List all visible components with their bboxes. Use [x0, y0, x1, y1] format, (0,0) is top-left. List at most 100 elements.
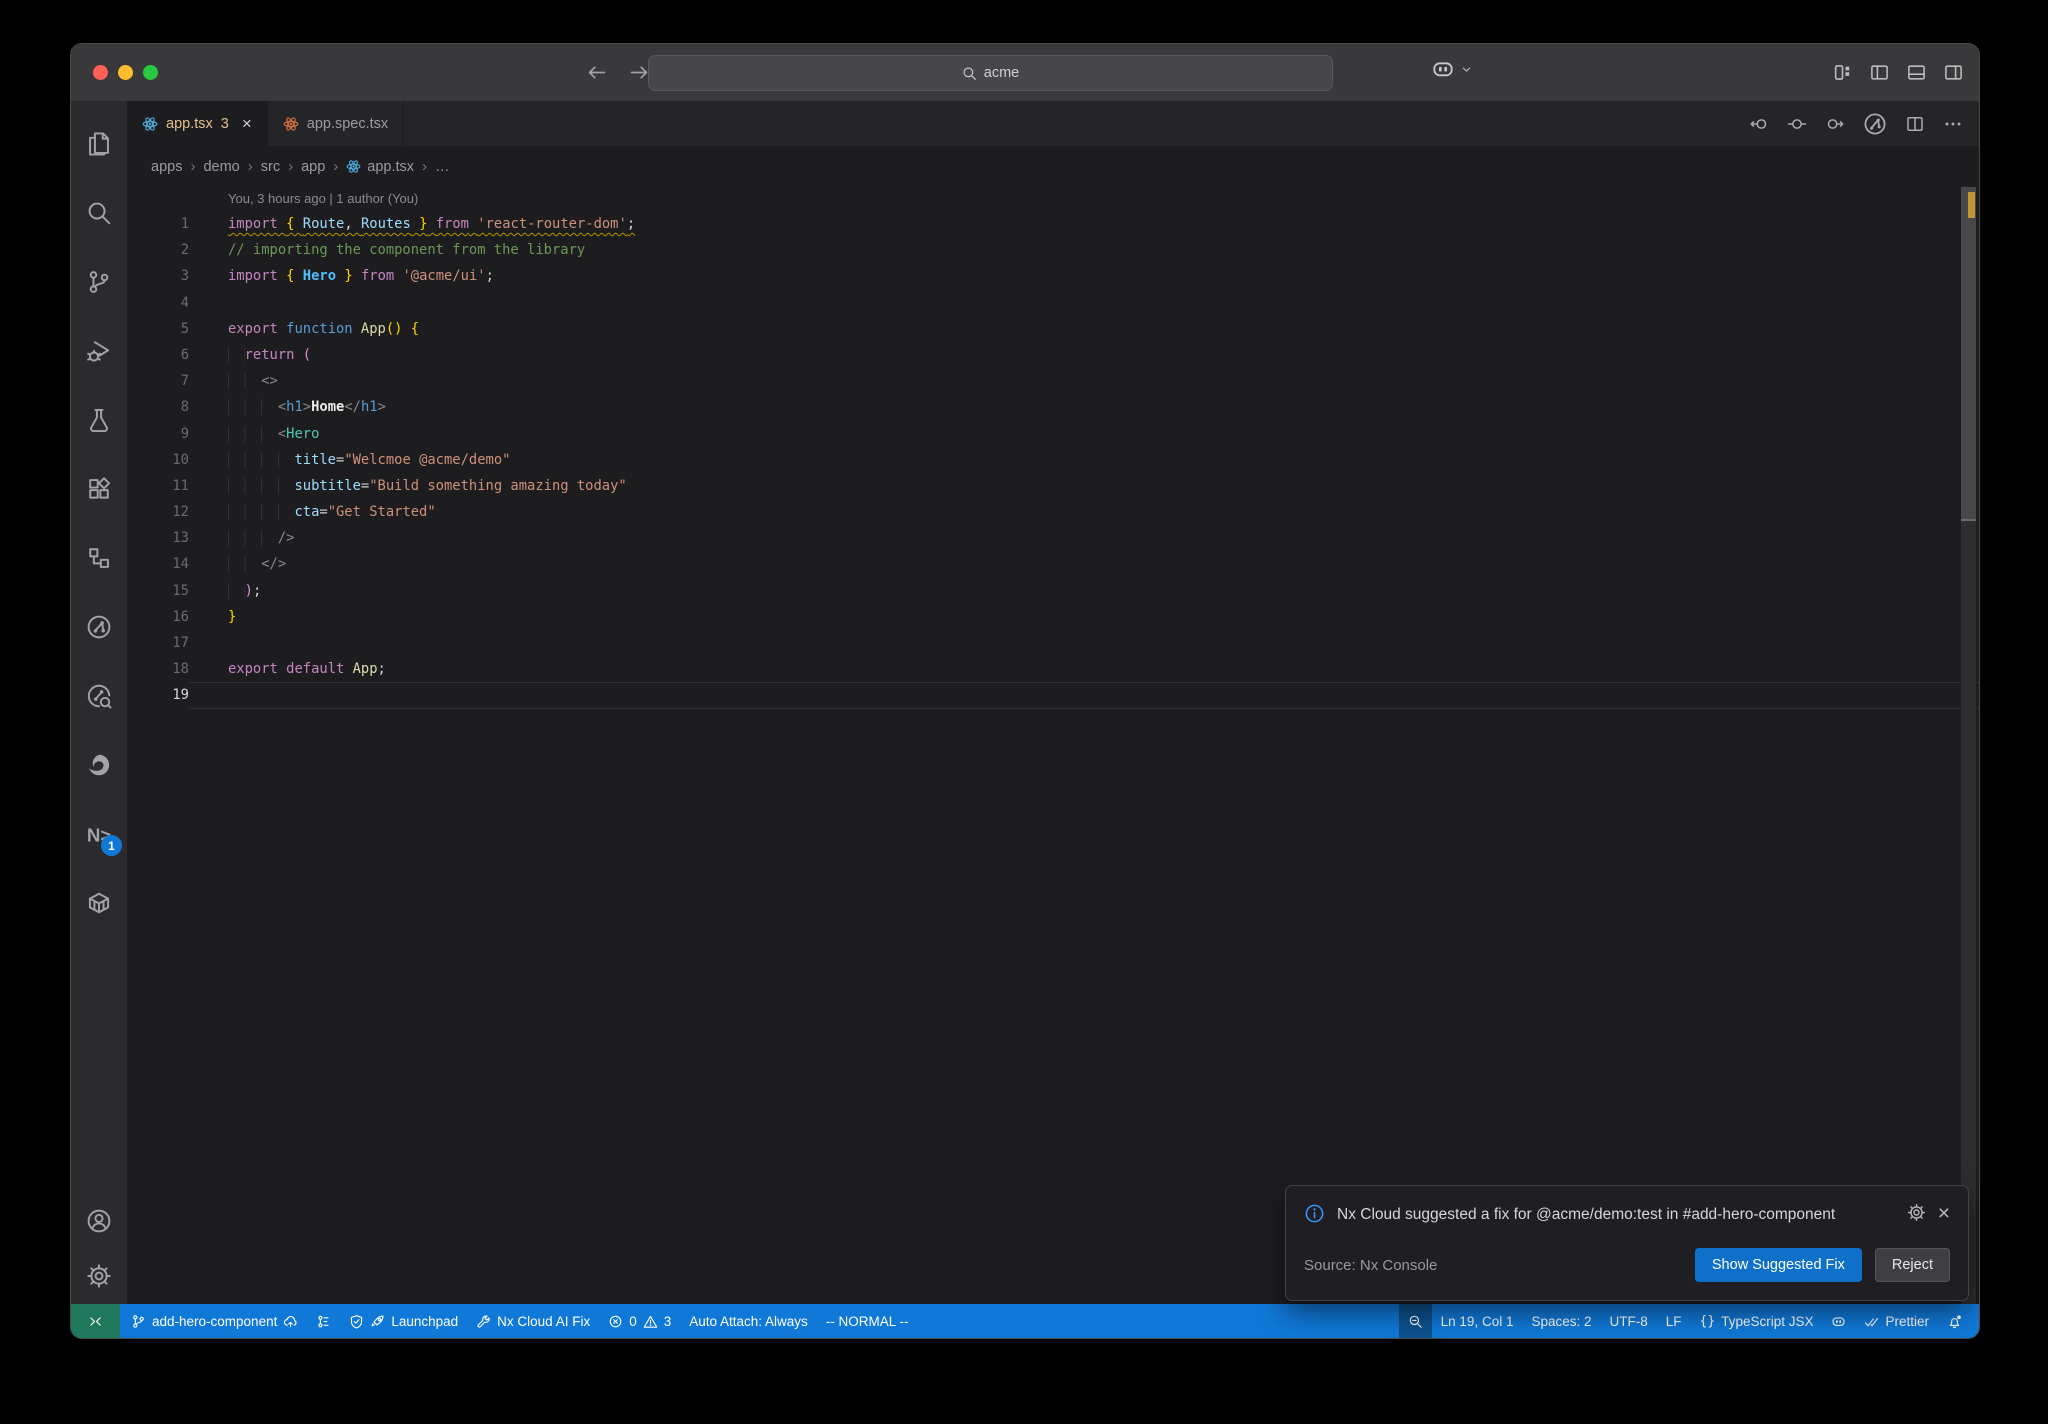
- tab-bar: app.tsx 3 × app.spec.tsx: [127, 101, 1979, 146]
- code-editor[interactable]: You, 3 hours ago | 1 author (You) 1 impor…: [127, 187, 1979, 1304]
- breadcrumb-item[interactable]: app: [301, 159, 325, 175]
- scrollbar-thumb[interactable]: [1961, 187, 1976, 521]
- more-actions-button[interactable]: [1943, 114, 1963, 134]
- tab-label: app.spec.tsx: [306, 115, 389, 132]
- nav-back-button[interactable]: [1749, 114, 1769, 134]
- breadcrumb-item[interactable]: apps: [151, 159, 182, 175]
- activity-item-accounts[interactable]: [71, 1207, 127, 1235]
- statusbar-left: add-hero-component Launchpad Nx Cloud AI F…: [120, 1304, 918, 1338]
- zoom-window-button[interactable]: [143, 65, 158, 80]
- gitlens-blame-annotation[interactable]: You, 3 hours ago | 1 author (You): [127, 187, 1979, 211]
- activity-item-graph-search[interactable]: [71, 661, 127, 730]
- activity-item-extensions[interactable]: [71, 454, 127, 523]
- statusbar-vim-mode[interactable]: -- NORMAL --: [817, 1304, 918, 1338]
- toggle-primary-sidebar-button[interactable]: [1869, 62, 1890, 83]
- line-number: 18: [172, 661, 189, 678]
- activity-item-explorer[interactable]: [71, 109, 127, 178]
- line-content: }: [228, 608, 237, 625]
- line-number: 17: [172, 635, 189, 651]
- split-editor-button[interactable]: [1905, 114, 1925, 134]
- command-center-search[interactable]: acme: [648, 55, 1333, 91]
- toast-source: Source: Nx Console: [1304, 1256, 1438, 1274]
- activity-item-testing[interactable]: [71, 385, 127, 454]
- remote-indicator[interactable]: [71, 1304, 120, 1338]
- breadcrumb-item[interactable]: app.tsx: [346, 159, 414, 175]
- run-tasks-button[interactable]: [1863, 112, 1887, 136]
- tab-close-icon[interactable]: ×: [242, 115, 252, 132]
- toggle-panel-button[interactable]: [1906, 62, 1927, 83]
- code-line: 6 return (: [127, 342, 1979, 368]
- warning-icon: [643, 1314, 658, 1329]
- line-content: return (: [189, 342, 1979, 368]
- source-control-icon: [86, 269, 112, 295]
- statusbar-cursor-position[interactable]: Ln 19, Col 1: [1432, 1304, 1523, 1338]
- activity-item-containers[interactable]: [71, 868, 127, 937]
- statusbar-zoom-indicator[interactable]: [1398, 1304, 1432, 1338]
- tab-app-tsx[interactable]: app.tsx 3 ×: [127, 101, 268, 146]
- statusbar-notifications-bell[interactable]: [1938, 1304, 1971, 1338]
- toggle-secondary-sidebar-button[interactable]: [1943, 62, 1964, 83]
- statusbar-nx-cloud-ai-fix[interactable]: Nx Cloud AI Fix: [467, 1304, 599, 1338]
- statusbar-copilot-status[interactable]: [1822, 1304, 1855, 1338]
- encoding-label: UTF-8: [1609, 1313, 1648, 1329]
- react-icon: [283, 116, 299, 132]
- breadcrumb-item[interactable]: src: [261, 159, 280, 175]
- breadcrumb-label: demo: [203, 158, 240, 175]
- wrench-icon: [476, 1314, 491, 1329]
- activity-item-source-control[interactable]: [71, 247, 127, 316]
- activity-item-references[interactable]: [71, 523, 127, 592]
- problems-label: 3: [663, 1313, 672, 1329]
- activity-item-project-graph[interactable]: [71, 592, 127, 661]
- tab-app-spec-tsx[interactable]: app.spec.tsx: [268, 101, 405, 146]
- breadcrumb-separator: ›: [422, 158, 428, 175]
- statusbar-problems[interactable]: 03: [599, 1304, 680, 1338]
- line-number: 14: [172, 556, 189, 573]
- toast-settings-icon[interactable]: [1907, 1203, 1926, 1222]
- statusbar-indentation[interactable]: Spaces: 2: [1522, 1304, 1600, 1338]
- branch-icon: [131, 1314, 146, 1329]
- settings-icon: [86, 1263, 112, 1289]
- statusbar-formatter-prettier[interactable]: Prettier: [1855, 1304, 1938, 1338]
- activity-item-nx-console[interactable]: N> 1: [71, 799, 127, 868]
- editor-actions: [1749, 101, 1979, 146]
- editor-scrollbar[interactable]: [1961, 187, 1976, 1304]
- statusbar-git-branch[interactable]: add-hero-component: [122, 1304, 307, 1338]
- line-number: 8: [180, 399, 189, 416]
- code-line: 14 </>: [127, 551, 1979, 577]
- activity-item-search[interactable]: [71, 178, 127, 247]
- statusbar-commit-graph[interactable]: [307, 1304, 340, 1338]
- statusbar-eol[interactable]: LF: [1657, 1304, 1691, 1338]
- statusbar-encoding[interactable]: UTF-8: [1601, 1304, 1657, 1338]
- braces-icon: {}: [1699, 1313, 1716, 1329]
- close-window-button[interactable]: [93, 65, 108, 80]
- breadcrumb-label: …: [435, 158, 450, 175]
- nav-forward-button[interactable]: [1825, 114, 1845, 134]
- line-content: subtitle="Build something amazing today": [189, 473, 1979, 499]
- line-number: 19: [172, 687, 189, 704]
- toast-close-icon[interactable]: ×: [1938, 1203, 1950, 1224]
- statusbar-language-mode[interactable]: {} TypeScript JSX: [1691, 1304, 1823, 1338]
- copilot-menu[interactable]: [1431, 57, 1473, 81]
- history-back-button[interactable]: [585, 61, 608, 84]
- line-content: [189, 682, 1979, 708]
- minimize-window-button[interactable]: [118, 65, 133, 80]
- editor-group: app.tsx 3 × app.spec.tsx apps › demo › src › app ›…: [127, 101, 1979, 1304]
- reject-button[interactable]: Reject: [1874, 1248, 1950, 1282]
- activity-item-settings[interactable]: [71, 1262, 127, 1290]
- statusbar-auto-attach[interactable]: Auto Attach: Always: [680, 1304, 817, 1338]
- show-suggested-fix-button[interactable]: Show Suggested Fix: [1694, 1248, 1862, 1282]
- breadcrumb-item[interactable]: …: [435, 159, 450, 175]
- code-line: 8 <h1>Home</h1>: [127, 394, 1979, 420]
- activity-item-run-and-debug[interactable]: [71, 316, 127, 385]
- statusbar-gitlens-launchpad[interactable]: Launchpad: [340, 1304, 467, 1338]
- nav-current-button[interactable]: [1787, 114, 1807, 134]
- info-icon: [1304, 1203, 1325, 1224]
- gitlens-launchpad-label: Launchpad: [391, 1313, 459, 1329]
- breadcrumb: apps › demo › src › app › app.tsx ›…: [127, 146, 1979, 187]
- line-content: <Hero: [189, 421, 1979, 447]
- breadcrumb-item[interactable]: demo: [203, 159, 239, 175]
- indentation-label: Spaces: 2: [1531, 1313, 1592, 1329]
- activity-item-edge-tools[interactable]: [71, 730, 127, 799]
- customize-layout-button[interactable]: [1832, 62, 1853, 83]
- code-line: 9 <Hero: [127, 421, 1979, 447]
